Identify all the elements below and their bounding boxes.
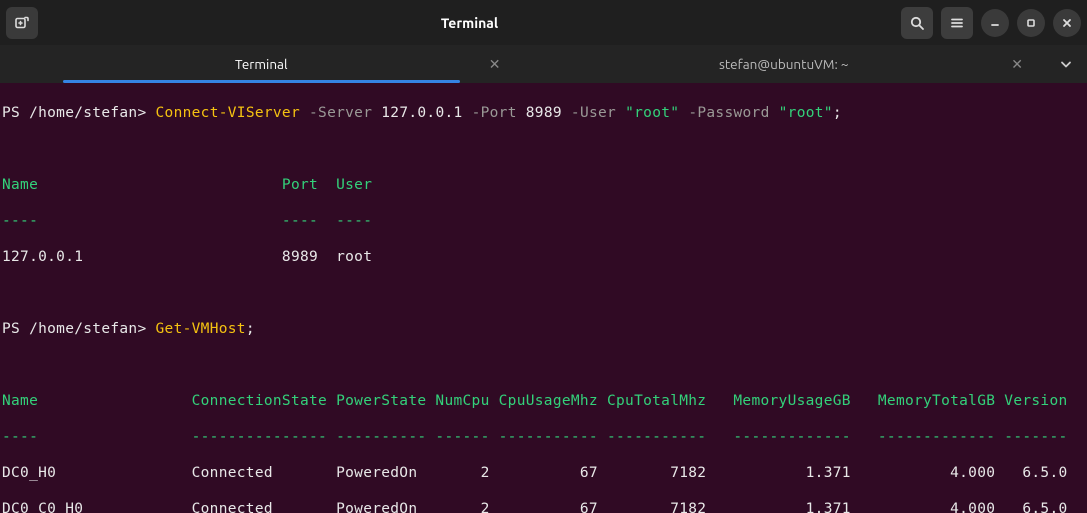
tabs-dropdown-button[interactable] xyxy=(1045,45,1087,83)
menu-button[interactable] xyxy=(941,7,973,39)
cmd1-semi: ; xyxy=(833,105,842,121)
cmd1-server-value: 127.0.0.1 xyxy=(381,105,462,121)
out1-dashes: ---- ---- ---- xyxy=(2,212,1085,230)
cmd1-pass-value: "root" xyxy=(779,105,833,121)
cmd1-server-flag: -Server xyxy=(300,105,381,121)
hamburger-icon xyxy=(949,15,965,31)
new-tab-button[interactable] xyxy=(6,7,38,39)
minimize-icon xyxy=(988,16,1002,30)
close-icon xyxy=(1060,16,1074,30)
prompt-path: /home/stefan xyxy=(29,105,137,121)
out2-dashes: ---- --------------- ---------- ------ -… xyxy=(2,428,1085,446)
tab-ssh[interactable]: stefan@ubuntuVM: ~ ✕ xyxy=(523,45,1046,83)
tab-label: Terminal xyxy=(235,56,288,72)
prompt-path: /home/stefan xyxy=(29,321,137,337)
cmd1-port-flag: -Port xyxy=(463,105,526,121)
cmd2-semi: ; xyxy=(246,321,255,337)
cmd1-command: Connect-VIServer xyxy=(156,105,300,121)
cmd1-user-flag: -User xyxy=(562,105,625,121)
maximize-button[interactable] xyxy=(1017,9,1045,37)
tab-close-icon[interactable]: ✕ xyxy=(1011,56,1023,73)
prompt-gt: > xyxy=(137,105,155,121)
cmd2-command: Get-VMHost xyxy=(156,321,246,337)
window-titlebar: Terminal xyxy=(0,0,1087,45)
prompt-gt: > xyxy=(137,321,155,337)
out2-header: Name ConnectionState PowerState NumCpu C… xyxy=(2,392,1085,410)
cmd1-port-value: 8989 xyxy=(526,105,562,121)
maximize-icon xyxy=(1024,16,1038,30)
close-button[interactable] xyxy=(1053,9,1081,37)
new-tab-icon xyxy=(14,15,30,31)
out1-header: Name Port User xyxy=(2,176,1085,194)
terminal-viewport[interactable]: PS /home/stefan> Connect-VIServer -Serve… xyxy=(0,83,1087,513)
tabstrip: Terminal ✕ stefan@ubuntuVM: ~ ✕ xyxy=(0,45,1087,83)
minimize-button[interactable] xyxy=(981,9,1009,37)
table-row: DC0_C0_H0 Connected PoweredOn 2 67 7182 … xyxy=(2,500,1085,513)
tab-label: stefan@ubuntuVM: ~ xyxy=(719,56,848,72)
out1-row: 127.0.0.1 8989 root xyxy=(2,248,1085,266)
cmd1-user-value: "root" xyxy=(625,105,679,121)
prompt-ps: PS xyxy=(2,321,29,337)
table-row: DC0_H0 Connected PoweredOn 2 67 7182 1.3… xyxy=(2,464,1085,482)
tab-close-icon[interactable]: ✕ xyxy=(489,56,501,73)
chevron-down-icon xyxy=(1059,57,1073,71)
prompt-ps: PS xyxy=(2,105,29,121)
cmd1-pass-flag: -Password xyxy=(679,105,778,121)
tab-terminal[interactable]: Terminal ✕ xyxy=(0,45,523,83)
search-icon xyxy=(909,15,925,31)
search-button[interactable] xyxy=(901,7,933,39)
window-title: Terminal xyxy=(44,15,895,31)
titlebar-right-group xyxy=(901,7,1081,39)
